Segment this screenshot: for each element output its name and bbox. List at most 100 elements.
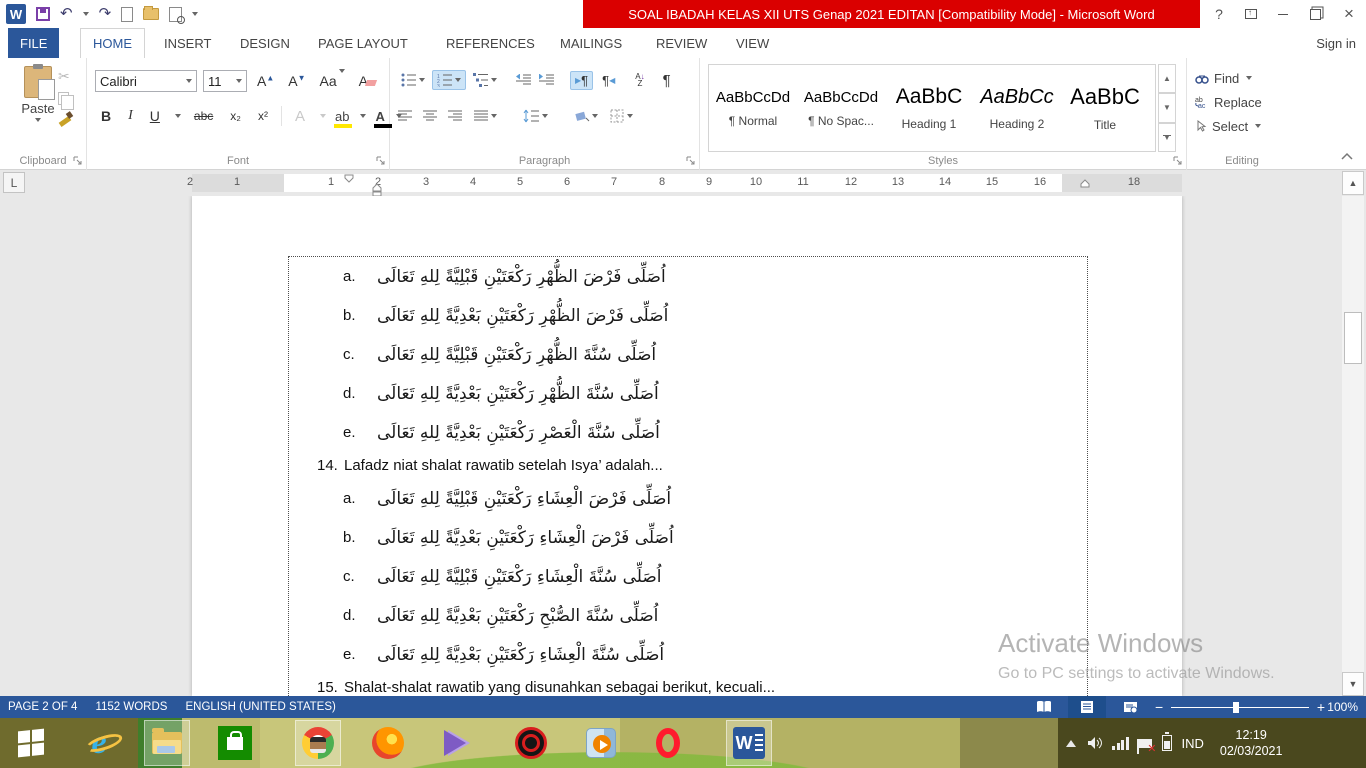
redo-icon[interactable]: ↷ — [99, 4, 112, 24]
font-family-combo[interactable]: Calibri — [95, 70, 197, 92]
taskbar-utility-app[interactable] — [508, 720, 554, 766]
show-hidden-icons-button[interactable] — [1066, 740, 1076, 747]
line-spacing-button[interactable] — [522, 108, 549, 124]
align-left-icon[interactable] — [398, 110, 413, 123]
replace-button[interactable]: abac Replace — [1187, 90, 1297, 114]
action-center-flag-icon[interactable]: ✕ — [1139, 739, 1152, 748]
paste-button[interactable]: Paste — [16, 66, 60, 122]
paste-dropdown-icon[interactable] — [35, 118, 41, 122]
style-normal[interactable]: AaBbCcDd ¶ Normal — [709, 65, 797, 151]
sort-button[interactable]: A↓ Z — [634, 72, 645, 88]
scroll-down-button[interactable]: ▼ — [1342, 672, 1364, 696]
find-button[interactable]: Find — [1187, 66, 1297, 90]
right-indent-marker[interactable] — [1080, 179, 1090, 188]
collapse-ribbon-icon[interactable] — [1340, 152, 1354, 160]
justify-button[interactable] — [473, 109, 498, 124]
select-button[interactable]: Select — [1187, 114, 1297, 138]
vertical-scrollbar[interactable] — [1342, 196, 1364, 672]
battery-icon[interactable] — [1162, 735, 1172, 751]
taskbar-store[interactable] — [212, 720, 258, 766]
taskbar-firefox[interactable] — [365, 720, 411, 766]
word-count[interactable]: 1152 WORDS — [95, 701, 167, 713]
align-center-icon[interactable] — [423, 110, 438, 123]
multilevel-list-button[interactable] — [470, 70, 500, 90]
undo-dropdown-icon[interactable] — [83, 12, 89, 16]
underline-button[interactable]: U — [146, 107, 164, 125]
taskbar-word[interactable]: W — [726, 720, 772, 766]
copy-icon[interactable] — [58, 92, 69, 105]
clipboard-dialog-launcher-icon[interactable] — [73, 156, 83, 166]
underline-dropdown-icon[interactable] — [175, 114, 181, 118]
highlight-button[interactable]: ab — [335, 109, 349, 124]
styles-scroll-down-icon[interactable]: ▼ — [1158, 93, 1176, 122]
styles-scroll-up-icon[interactable]: ▲ — [1158, 64, 1176, 93]
tab-references[interactable]: REFERENCES — [434, 28, 547, 58]
tab-view[interactable]: VIEW — [724, 28, 781, 58]
zoom-slider[interactable]: − + — [1155, 696, 1325, 718]
taskbar-file-explorer[interactable] — [144, 720, 190, 766]
taskbar-internet-explorer[interactable]: e — [76, 720, 122, 766]
page-indicator[interactable]: PAGE 2 OF 4 — [8, 701, 77, 713]
answer-option[interactable]: d. اُصَلِّى سُنَّةَ الظُّهْرِ رَكْعَتَيْ… — [289, 374, 1087, 413]
close-button[interactable]: × — [1334, 0, 1364, 28]
read-mode-button[interactable] — [1025, 696, 1063, 718]
text-frame[interactable]: a. اُصَلِّى فَرْضَ الظُّهْرِ رَكْعَتَيْن… — [288, 256, 1088, 696]
italic-button[interactable]: I — [124, 107, 137, 125]
answer-option[interactable]: e. اُصَلِّى سُنَّةَ الْعَصْرِ رَكْعَتَيْ… — [289, 413, 1087, 452]
tab-mailings[interactable]: MAILINGS — [548, 28, 634, 58]
cut-icon[interactable]: ✂ — [58, 68, 72, 85]
tab-page-layout[interactable]: PAGE LAYOUT — [306, 28, 420, 58]
left-to-right-button[interactable]: ▶¶ — [570, 71, 593, 90]
tab-review[interactable]: REVIEW — [644, 28, 719, 58]
decrease-indent-button[interactable] — [514, 73, 533, 88]
change-case-button[interactable]: Aa — [316, 72, 349, 90]
subscript-button[interactable]: x₂ — [226, 108, 245, 124]
tab-selector[interactable]: L — [3, 172, 25, 193]
answer-option[interactable]: b. اُصَلِّى فَرْضَ الظُّهْرِ رَكْعَتَيْن… — [289, 296, 1087, 335]
font-dialog-launcher-icon[interactable] — [376, 156, 386, 166]
new-document-icon[interactable] — [121, 7, 133, 22]
answer-option[interactable]: b. اُصَلِّى فَرْضَ الْعِشَاءِ رَكْعَتَيْ… — [289, 518, 1087, 557]
input-language-indicator[interactable]: IND — [1182, 736, 1204, 751]
bold-button[interactable]: B — [97, 107, 115, 125]
start-button[interactable] — [8, 720, 54, 766]
taskbar-opera[interactable] — [645, 720, 691, 766]
styles-more-icon[interactable]: ▼ — [1158, 123, 1176, 152]
print-preview-icon[interactable] — [169, 7, 182, 22]
tab-home[interactable]: HOME — [80, 28, 145, 58]
scrollbar-thumb[interactable] — [1344, 312, 1362, 364]
sign-in-link[interactable]: Sign in — [1316, 28, 1356, 58]
scroll-up-button[interactable]: ▲ — [1342, 171, 1364, 195]
highlight-dropdown-icon[interactable] — [360, 114, 366, 118]
network-signal-icon[interactable] — [1112, 736, 1129, 750]
style-no-spacing[interactable]: AaBbCcDd ¶ No Spac... — [797, 65, 885, 151]
answer-option[interactable]: c. اُصَلِّى سُنَّةَ الظُّهْرِ رَكْعَتَيْ… — [289, 335, 1087, 374]
strikethrough-button[interactable]: abc — [190, 108, 217, 124]
answer-option[interactable]: e. اُصَلِّى سُنَّةَ الْعِشَاءِ رَكْعَتَي… — [289, 635, 1087, 674]
question-14[interactable]: 14. Lafadz niat shalat rawatib setelah I… — [289, 452, 1087, 479]
zoom-level[interactable]: 100% — [1327, 696, 1358, 718]
style-heading2[interactable]: AaBbCc Heading 2 — [973, 65, 1061, 151]
right-to-left-button[interactable]: ¶◀ — [597, 71, 620, 90]
save-icon[interactable] — [36, 7, 50, 21]
print-layout-button[interactable] — [1068, 696, 1106, 718]
zoom-track[interactable] — [1171, 707, 1309, 708]
language-indicator[interactable]: ENGLISH (UNITED STATES) — [185, 701, 335, 713]
taskbar-media-player[interactable] — [436, 720, 482, 766]
customize-qat-icon[interactable] — [192, 12, 198, 16]
format-painter-icon[interactable] — [58, 112, 72, 126]
answer-option[interactable]: c. اُصَلِّى سُنَّةَ الْعِشَاءِ رَكْعَتَي… — [289, 557, 1087, 596]
grow-font-button[interactable]: A▲ — [253, 72, 278, 90]
taskbar-chrome[interactable] — [295, 720, 341, 766]
answer-option[interactable]: a. اُصَلِّى فَرْضَ الظُّهْرِ رَكْعَتَيْن… — [289, 257, 1087, 296]
align-right-icon[interactable] — [448, 110, 463, 123]
restore-button[interactable] — [1300, 0, 1330, 28]
show-hide-pilcrow-button[interactable]: ¶ — [662, 71, 672, 90]
clock[interactable]: 12:19 02/03/2021 — [1220, 727, 1283, 759]
ribbon-display-options-button[interactable] — [1236, 0, 1266, 28]
answer-option[interactable]: a. اُصَلِّى فَرْضَ الْعِشَاءِ رَكْعَتَيْ… — [289, 479, 1087, 518]
tab-file[interactable]: FILE — [8, 28, 59, 58]
open-icon[interactable] — [143, 8, 159, 20]
style-heading1[interactable]: AaBbC Heading 1 — [885, 65, 973, 151]
volume-icon[interactable] — [1086, 735, 1102, 751]
